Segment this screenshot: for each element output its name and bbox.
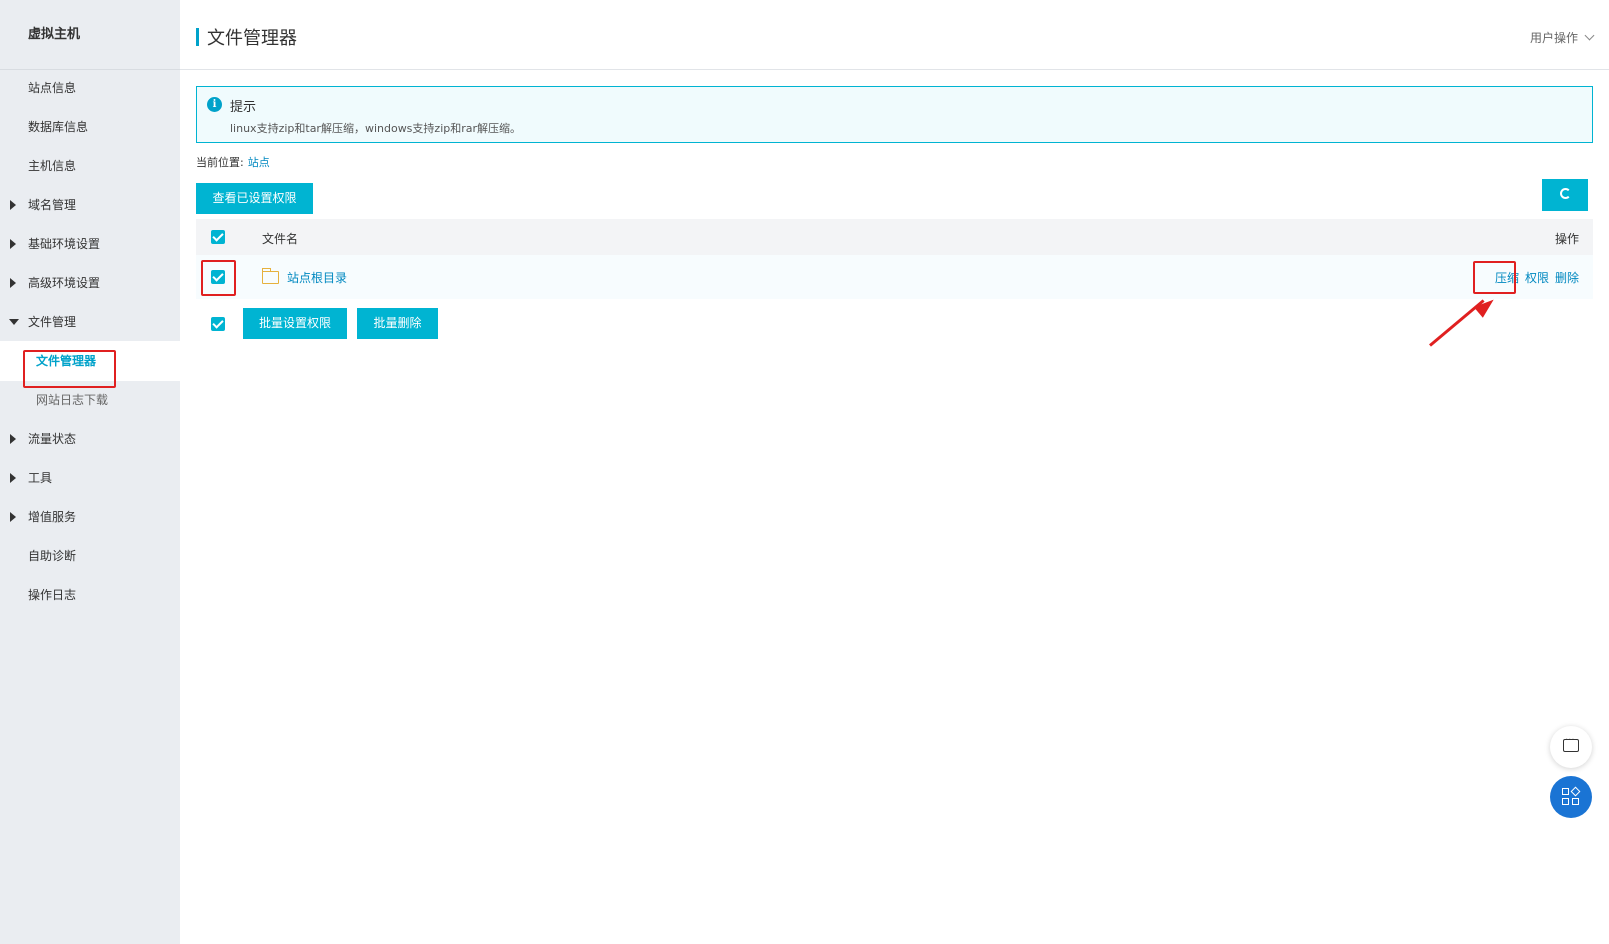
sidebar-item-label: 数据库信息	[28, 120, 89, 134]
breadcrumb-link-site[interactable]: 站点	[248, 156, 270, 169]
view-permissions-button[interactable]: 查看已设置权限	[196, 183, 313, 214]
sidebar-item-label: 高级环境设置	[28, 276, 101, 290]
sidebar-item-label: 工具	[28, 471, 53, 485]
batch-set-permissions-button[interactable]: 批量设置权限	[243, 308, 347, 339]
tip-text: linux支持zip和tar解压缩，windows支持zip和rar解压缩。	[230, 122, 522, 135]
sidebar-item-label: 站点信息	[28, 81, 77, 95]
file-name-link[interactable]: 站点根目录	[287, 269, 347, 286]
sidebar-item-label: 流量状态	[28, 432, 77, 446]
delete-link[interactable]: 删除	[1555, 271, 1579, 285]
title-accent-bar	[196, 28, 199, 46]
sidebar-item-value-added-services[interactable]: 增值服务	[0, 497, 180, 537]
sidebar-item-site-info[interactable]: 站点信息	[0, 68, 180, 108]
caret-right-icon	[10, 512, 16, 522]
sidebar-item-label: 自助诊断	[28, 549, 77, 563]
chat-icon	[1563, 735, 1579, 752]
user-operations-menu[interactable]: 用户操作	[1529, 29, 1595, 46]
sidebar-title: 虚拟主机	[0, 0, 180, 70]
apps-button[interactable]	[1550, 776, 1592, 818]
refresh-icon	[1559, 188, 1571, 199]
sidebar-item-tools[interactable]: 工具	[0, 458, 180, 498]
breadcrumb-label: 当前位置:	[196, 156, 244, 169]
caret-right-icon	[10, 278, 16, 288]
chat-button[interactable]	[1550, 726, 1592, 768]
sidebar-item-self-diagnosis[interactable]: 自助诊断	[0, 536, 180, 576]
info-icon: i	[207, 97, 222, 112]
sidebar-item-label: 网站日志下载	[36, 393, 109, 407]
sidebar-item-file-management[interactable]: 文件管理	[0, 302, 180, 342]
sidebar-item-domain-management[interactable]: 域名管理	[0, 185, 180, 225]
sidebar: 虚拟主机 站点信息 数据库信息 主机信息 域名管理 基础环境设置 高级环境设置 …	[0, 0, 180, 944]
tip-title: 提示	[230, 100, 257, 115]
sidebar-item-basic-env-settings[interactable]: 基础环境设置	[0, 224, 180, 264]
chevron-down-icon	[1584, 30, 1595, 41]
sidebar-item-label: 增值服务	[28, 510, 77, 524]
column-header-filename: 文件名	[262, 232, 299, 246]
sidebar-item-operation-log[interactable]: 操作日志	[0, 575, 180, 615]
sidebar-item-host-info[interactable]: 主机信息	[0, 146, 180, 186]
caret-right-icon	[10, 473, 16, 483]
apps-icon	[1562, 786, 1581, 806]
sidebar-item-label: 域名管理	[28, 198, 77, 212]
permissions-link[interactable]: 权限	[1525, 271, 1549, 285]
sidebar-item-database-info[interactable]: 数据库信息	[0, 107, 180, 147]
table-row: 站点根目录 压缩 权限 删除	[196, 255, 1593, 299]
batch-delete-button[interactable]: 批量删除	[357, 308, 438, 339]
sidebar-item-site-log-download[interactable]: 网站日志下载	[0, 380, 180, 420]
folder-icon	[262, 268, 279, 284]
select-all-checkbox[interactable]	[211, 230, 225, 244]
table-header: 文件名 操作	[196, 219, 1593, 255]
batch-select-checkbox[interactable]	[211, 317, 225, 331]
sidebar-item-label: 主机信息	[28, 159, 77, 173]
sidebar-item-label: 文件管理	[28, 315, 77, 329]
sidebar-item-traffic-status[interactable]: 流量状态	[0, 419, 180, 459]
caret-right-icon	[10, 434, 16, 444]
highlight-box	[201, 260, 236, 296]
caret-right-icon	[10, 239, 16, 249]
refresh-button[interactable]	[1542, 179, 1588, 211]
column-header-operations: 操作	[1554, 232, 1579, 246]
page-header: 文件管理器 用户操作	[180, 0, 1609, 70]
main-content: 文件管理器 用户操作 i 提示 linux支持zip和tar解压缩，window…	[180, 0, 1609, 944]
user-operations-label: 用户操作	[1529, 31, 1578, 45]
sidebar-item-label: 基础环境设置	[28, 237, 101, 251]
page-title: 文件管理器	[207, 28, 297, 49]
caret-down-icon	[9, 319, 19, 325]
sidebar-item-advanced-env-settings[interactable]: 高级环境设置	[0, 263, 180, 303]
caret-right-icon	[10, 200, 16, 210]
tip-panel: i 提示 linux支持zip和tar解压缩，windows支持zip和rar解…	[196, 86, 1593, 143]
sidebar-item-label: 操作日志	[28, 588, 77, 602]
breadcrumb: 当前位置: 站点	[196, 154, 270, 170]
highlight-box	[1473, 261, 1516, 294]
